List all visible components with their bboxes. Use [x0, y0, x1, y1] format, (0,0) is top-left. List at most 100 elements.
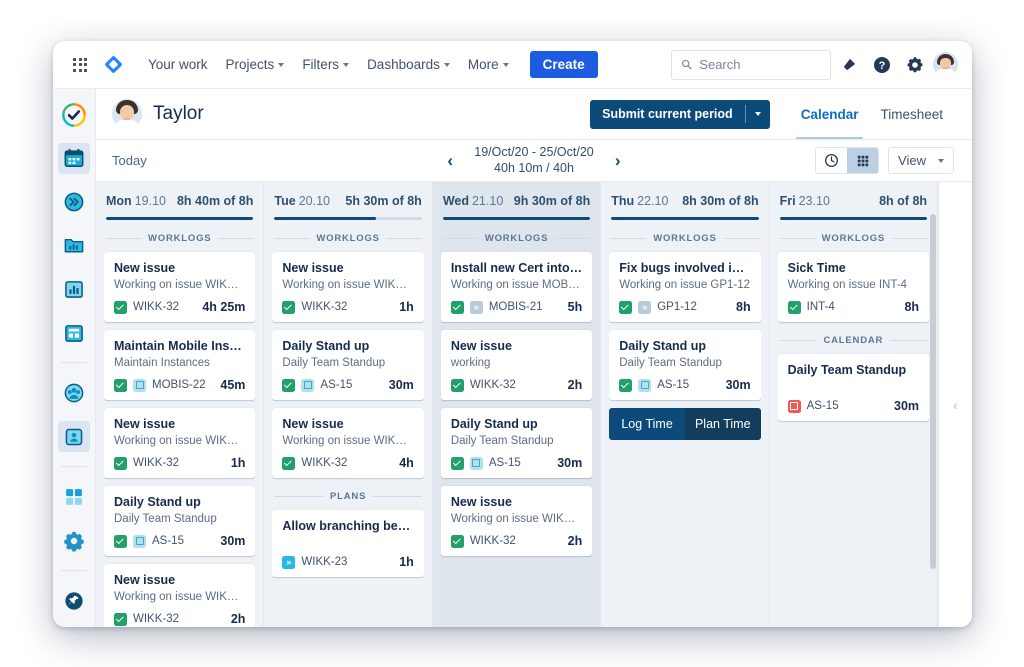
jira-logo-icon[interactable] — [97, 50, 129, 80]
sidebar-item-resource-planning[interactable] — [58, 421, 90, 453]
notifications-icon[interactable] — [834, 50, 864, 80]
worklog-card[interactable]: Daily Stand upDaily Team StandupAS-1530m — [104, 486, 255, 556]
sidebar-item-reports-folder[interactable] — [58, 230, 90, 262]
profile-avatar[interactable] — [112, 99, 142, 129]
issue-key[interactable]: AS-15 — [807, 400, 839, 412]
tab-timesheet[interactable]: Timesheet — [869, 89, 954, 139]
worklog-card[interactable]: Daily Stand upDaily Team StandupAS-1530m — [272, 330, 423, 400]
day-label[interactable]: Fri23.10 — [780, 192, 830, 210]
issue-key[interactable]: MOBIS-21 — [489, 301, 543, 313]
issue-key[interactable]: INT-4 — [807, 301, 835, 313]
previous-period-button[interactable]: ‹ — [440, 151, 460, 171]
card-description: Working on issue INT-4 — [788, 279, 919, 291]
card-title: Daily Team Standup — [788, 363, 919, 377]
issue-key[interactable]: WIKK-32 — [301, 301, 347, 313]
search-box[interactable] — [671, 50, 831, 80]
sidebar-item-apps[interactable] — [58, 481, 90, 513]
card-title: Install new Cert into our... — [451, 261, 582, 275]
sidebar-item-reports[interactable] — [58, 273, 90, 305]
nav-item-more[interactable]: More — [459, 50, 518, 79]
worklog-card[interactable]: New issueWorking on issue WIKK-32WIKK-32… — [272, 252, 423, 322]
vertical-scrollbar[interactable] — [930, 214, 936, 569]
view-dropdown-button[interactable]: View — [888, 147, 954, 174]
worklog-card[interactable]: Daily Team StandupAS-1530m — [778, 354, 929, 421]
worklog-card[interactable]: New issueWorking on issue WIKK-32WIKK-32… — [104, 408, 255, 478]
day-header-row: Fri23.108h of 8h — [780, 192, 927, 210]
worklog-card[interactable]: New issueWorking on issue WIKK-32WIKK-32… — [441, 486, 592, 556]
day-label[interactable]: Mon19.10 — [106, 192, 166, 210]
task-type-icon — [133, 535, 146, 548]
nav-item-filters[interactable]: Filters — [293, 50, 358, 79]
worklog-card[interactable]: Maintain Mobile InstanceMaintain Instanc… — [104, 330, 255, 400]
sidebar-item-teams[interactable] — [58, 377, 90, 409]
app-switcher-icon[interactable] — [65, 50, 95, 80]
day-date: 22.10 — [637, 194, 668, 208]
day-column-thu: Thu22.108h 30m of 8hWORKLOGSFix bugs inv… — [601, 182, 769, 627]
sidebar-item-tempo-logo[interactable] — [58, 99, 90, 131]
issue-key[interactable]: WIKK-32 — [470, 535, 516, 547]
worklog-card[interactable]: Allow branching betwee...»WIKK-231h — [272, 510, 423, 577]
section-label-text: WORKLOGS — [485, 233, 548, 244]
section-label-worklogs: WORKLOGS — [272, 233, 423, 244]
issue-key[interactable]: WIKK-32 — [301, 457, 347, 469]
worklog-card[interactable]: Daily Stand upDaily Team StandupAS-1530m — [609, 330, 760, 400]
issue-key[interactable]: GP1-12 — [657, 301, 697, 313]
day-total-hours: 8h 30m of 8h — [682, 194, 758, 208]
create-button[interactable]: Create — [530, 51, 598, 78]
issue-key[interactable]: WIKK-32 — [133, 457, 179, 469]
sidebar-item-accounts[interactable] — [58, 317, 90, 349]
worklog-card[interactable]: New issueWorking on issue WIKK-32WIKK-32… — [272, 408, 423, 478]
issue-key[interactable]: AS-15 — [152, 535, 184, 547]
user-avatar[interactable] — [933, 52, 958, 77]
worklog-card[interactable]: Fix bugs involved in the ...Working on i… — [609, 252, 760, 322]
day-header-row: Wed21.109h 30m of 8h — [443, 192, 590, 210]
day-column-fri: Fri23.108h of 8hWORKLOGSSick TimeWorking… — [770, 182, 938, 627]
nav-item-your-work[interactable]: Your work — [139, 50, 217, 79]
sidebar-item-pin[interactable] — [58, 585, 90, 617]
issue-key[interactable]: MOBIS-22 — [152, 379, 206, 391]
sidebar-item-settings[interactable] — [58, 525, 90, 557]
issue-done-check-icon — [282, 301, 295, 314]
worklog-card[interactable]: New issueworkingWIKK-322h — [441, 330, 592, 400]
today-button[interactable]: Today — [112, 153, 147, 168]
sidebar-item-planner[interactable] — [58, 186, 90, 218]
worklog-card[interactable]: New issueWorking on issue WIKK-32WIKK-32… — [104, 564, 255, 627]
submit-dropdown-toggle[interactable] — [746, 112, 770, 116]
chevron-down-icon — [278, 63, 284, 67]
search-input[interactable] — [699, 57, 821, 72]
logged-duration: 2h — [568, 534, 583, 548]
issue-key[interactable]: WIKK-23 — [301, 556, 347, 568]
issue-key[interactable]: WIKK-32 — [470, 379, 516, 391]
top-navigation-bar: Your work Projects Filters Dashboards Mo… — [53, 41, 972, 89]
nav-item-projects[interactable]: Projects — [217, 50, 294, 79]
grid-view-toggle[interactable] — [847, 148, 878, 173]
issue-key[interactable]: AS-15 — [657, 379, 689, 391]
issue-key[interactable]: WIKK-32 — [133, 301, 179, 313]
sidebar-divider — [61, 466, 87, 467]
list-view-toggle[interactable] — [816, 148, 847, 173]
worklog-card[interactable]: Daily Stand upDaily Team StandupAS-1530m — [441, 408, 592, 478]
log-time-button[interactable]: Log Time — [609, 408, 685, 440]
issue-key[interactable]: WIKK-32 — [133, 613, 179, 625]
worklog-card[interactable]: New issueWorking on issue WIKK-32WIKK-32… — [104, 252, 255, 322]
page-title: Taylor — [153, 103, 204, 125]
next-period-button[interactable]: › — [608, 151, 628, 171]
nav-item-dashboards[interactable]: Dashboards — [358, 50, 459, 79]
worklog-card[interactable]: Sick TimeWorking on issue INT-4INT-48h — [778, 252, 929, 322]
issue-key[interactable]: AS-15 — [489, 457, 521, 469]
help-icon[interactable]: ? — [867, 50, 897, 80]
tab-calendar[interactable]: Calendar — [790, 89, 870, 139]
settings-gear-icon[interactable] — [900, 50, 930, 80]
day-label[interactable]: Thu22.10 — [611, 192, 668, 210]
day-name: Thu — [611, 194, 634, 208]
day-label[interactable]: Tue20.10 — [274, 192, 330, 210]
issue-key[interactable]: AS-15 — [320, 379, 352, 391]
divider-line — [892, 238, 927, 239]
collapse-panel-chevron-icon[interactable]: ‹ — [953, 397, 958, 413]
plan-time-button[interactable]: Plan Time — [685, 408, 761, 440]
day-label[interactable]: Wed21.10 — [443, 192, 503, 210]
sidebar-item-calendar[interactable] — [58, 143, 90, 175]
worklog-card[interactable]: Install new Cert into our...Working on i… — [441, 252, 592, 322]
submit-current-period-button[interactable]: Submit current period — [590, 100, 770, 129]
divider-line — [373, 496, 422, 497]
